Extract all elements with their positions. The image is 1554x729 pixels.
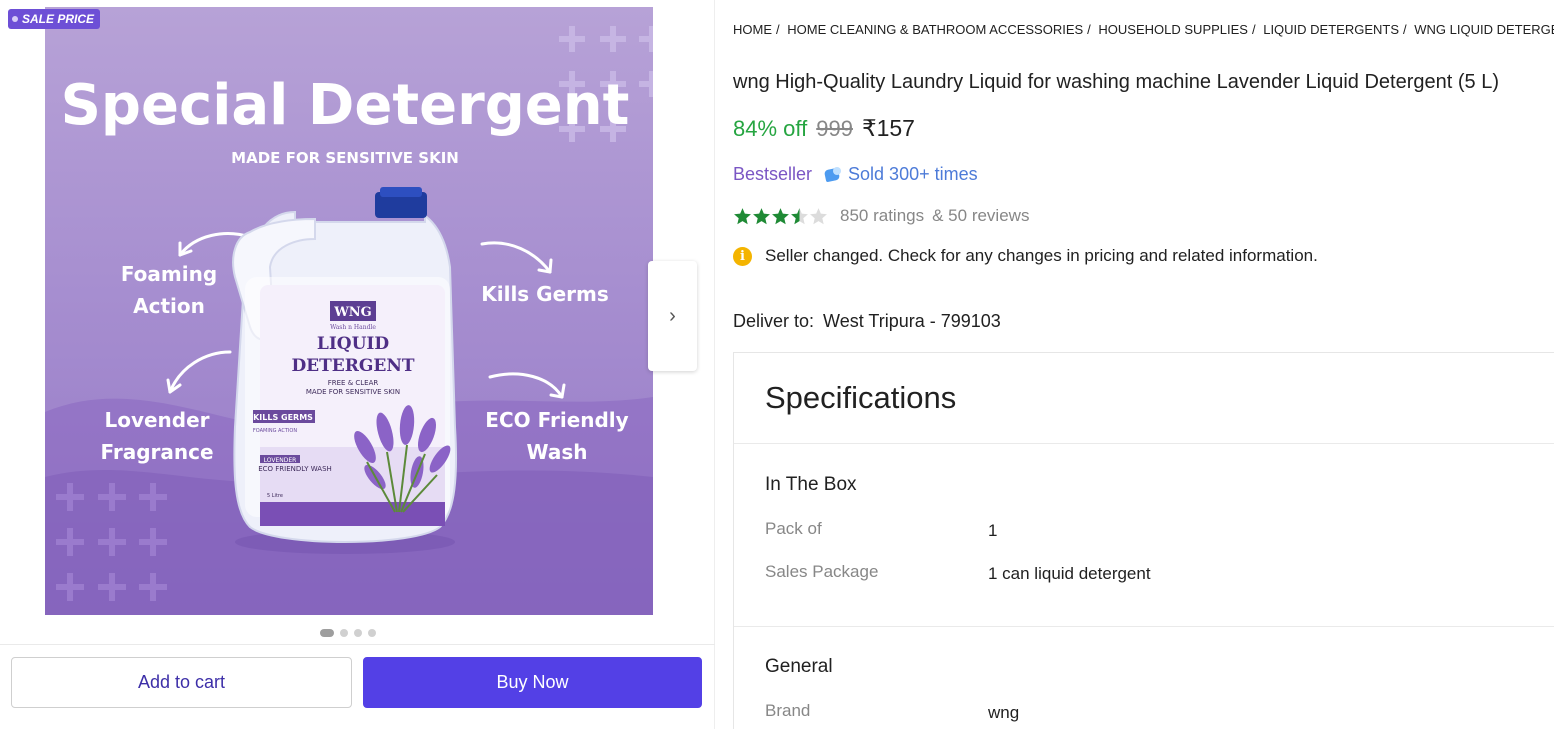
carousel-dot[interactable] bbox=[320, 629, 334, 637]
feature-lovender-2: Fragrance bbox=[100, 440, 213, 464]
label-kills-germs: KILLS GERMS bbox=[253, 413, 313, 422]
feature-foaming-2: Action bbox=[133, 294, 205, 318]
seller-notice: i Seller changed. Check for any changes … bbox=[733, 246, 1318, 266]
spec-label-pack-of: Pack of bbox=[765, 519, 822, 538]
deliver-to-label: Deliver to: bbox=[733, 311, 815, 331]
feature-kills-germs: Kills Germs bbox=[481, 282, 609, 306]
selling-price: ₹157 bbox=[861, 115, 915, 141]
feature-foaming-1: Foaming bbox=[121, 262, 217, 286]
specifications-heading: Specifications bbox=[765, 380, 957, 415]
spec-value-pack-of: 1 bbox=[988, 521, 998, 540]
product-image[interactable]: Special Detergent MADE FOR SENSITIVE SKI… bbox=[45, 7, 653, 615]
breadcrumb-wng-liquid-detergents[interactable]: WNG LIQUID DETERGENTS bbox=[1414, 22, 1554, 37]
label-free-clear: FREE & CLEAR bbox=[328, 379, 379, 387]
ratings-count: 850 ratings bbox=[840, 206, 925, 225]
star-icon bbox=[810, 208, 827, 225]
feature-lovender-1: Lovender bbox=[104, 408, 209, 432]
buy-now-button[interactable]: Buy Now bbox=[363, 657, 702, 708]
price-row: 84% off 999 ₹157 bbox=[733, 115, 915, 142]
purchase-action-bar: Add to cart Buy Now bbox=[0, 644, 715, 729]
delivery-row: Deliver to: West Tripura - 799103 bbox=[733, 311, 1001, 332]
feature-eco-1: ECO Friendly bbox=[485, 408, 628, 432]
carousel-dot[interactable] bbox=[340, 629, 348, 637]
divider bbox=[734, 443, 1554, 444]
product-artwork: Special Detergent MADE FOR SENSITIVE SKI… bbox=[45, 26, 653, 615]
specifications-panel: Specifications In The Box Pack of 1 Sale… bbox=[733, 352, 1554, 729]
image-gallery: SALE PRICE Special Detergent MADE FOR SE… bbox=[0, 0, 715, 729]
label-detergent: DETERGENT bbox=[291, 356, 414, 376]
detergent-bottle-icon: WNG Wash n Handle LIQUID DETERGENT FREE … bbox=[232, 187, 458, 554]
reviews-count: & 50 reviews bbox=[932, 206, 1030, 225]
label-sensitive: MADE FOR SENSITIVE SKIN bbox=[306, 388, 400, 396]
star-icon bbox=[753, 208, 770, 225]
image-subheadline: MADE FOR SENSITIVE SKIN bbox=[231, 149, 459, 167]
badge-dot-icon bbox=[12, 16, 18, 22]
sale-price-badge: SALE PRICE bbox=[8, 9, 101, 29]
plus-pattern-bottom-icon bbox=[56, 483, 167, 601]
bestseller-badge: Bestseller bbox=[733, 164, 813, 184]
spec-value-sales-package: 1 can liquid detergent bbox=[988, 564, 1151, 583]
star-rating bbox=[733, 207, 828, 225]
spec-group-general: General bbox=[765, 656, 833, 677]
label-liquid: LIQUID bbox=[317, 334, 389, 354]
breadcrumb: HOME / HOME CLEANING & BATHROOM ACCESSORI… bbox=[733, 22, 1554, 37]
label-eco-wash: ECO FRIENDLY WASH bbox=[258, 465, 332, 473]
delivery-location[interactable]: West Tripura - 799103 bbox=[823, 311, 1001, 331]
feature-eco-2: Wash bbox=[527, 440, 588, 464]
carousel-dot[interactable] bbox=[354, 629, 362, 637]
badge-row: Bestseller Sold 300+ times bbox=[733, 164, 978, 185]
chevron-right-icon: › bbox=[669, 304, 676, 327]
breadcrumb-liquid-detergents[interactable]: LIQUID DETERGENTS bbox=[1263, 22, 1399, 37]
star-icon bbox=[772, 208, 789, 225]
divider bbox=[734, 626, 1554, 627]
sold-count-label: Sold 300+ times bbox=[848, 164, 978, 184]
add-to-cart-button[interactable]: Add to cart bbox=[11, 657, 352, 708]
spec-label-sales-package: Sales Package bbox=[765, 562, 879, 581]
label-volume: 5 Litre bbox=[267, 493, 283, 499]
original-price: 999 bbox=[816, 116, 853, 141]
label-brand: WNG bbox=[333, 305, 372, 320]
carousel-dot[interactable] bbox=[368, 629, 376, 637]
info-icon: i bbox=[733, 246, 752, 266]
star-icon bbox=[791, 208, 808, 225]
product-details: HOME / HOME CLEANING & BATHROOM ACCESSORI… bbox=[733, 0, 1554, 729]
breadcrumb-household-supplies[interactable]: HOUSEHOLD SUPPLIES bbox=[1098, 22, 1248, 37]
image-headline: Special Detergent bbox=[61, 73, 630, 138]
spec-group-in-the-box: In The Box bbox=[765, 474, 857, 495]
breadcrumb-home-cleaning[interactable]: HOME CLEANING & BATHROOM ACCESSORIES bbox=[787, 22, 1083, 37]
carousel-dots bbox=[320, 629, 376, 637]
star-icon bbox=[734, 208, 751, 225]
shopping-bag-icon bbox=[824, 166, 842, 183]
rating-row[interactable]: 850 ratings & 50 reviews bbox=[733, 206, 1029, 226]
spec-label-brand: Brand bbox=[765, 701, 811, 720]
product-title: wng High-Quality Laundry Liquid for wash… bbox=[733, 71, 1499, 93]
discount-percent: 84% off bbox=[733, 116, 808, 141]
sale-badge-label: SALE PRICE bbox=[22, 12, 95, 26]
label-tagline: Wash n Handle bbox=[330, 324, 376, 331]
breadcrumb-home[interactable]: HOME bbox=[733, 22, 772, 37]
label-foaming-action: FOAMING ACTION bbox=[253, 428, 297, 434]
seller-notice-text: Seller changed. Check for any changes in… bbox=[765, 246, 1318, 265]
label-lovender: LOVENDER bbox=[264, 457, 297, 464]
sold-count: Sold 300+ times bbox=[824, 164, 978, 185]
next-image-button[interactable]: › bbox=[648, 261, 697, 371]
spec-value-brand: wng bbox=[988, 703, 1020, 722]
